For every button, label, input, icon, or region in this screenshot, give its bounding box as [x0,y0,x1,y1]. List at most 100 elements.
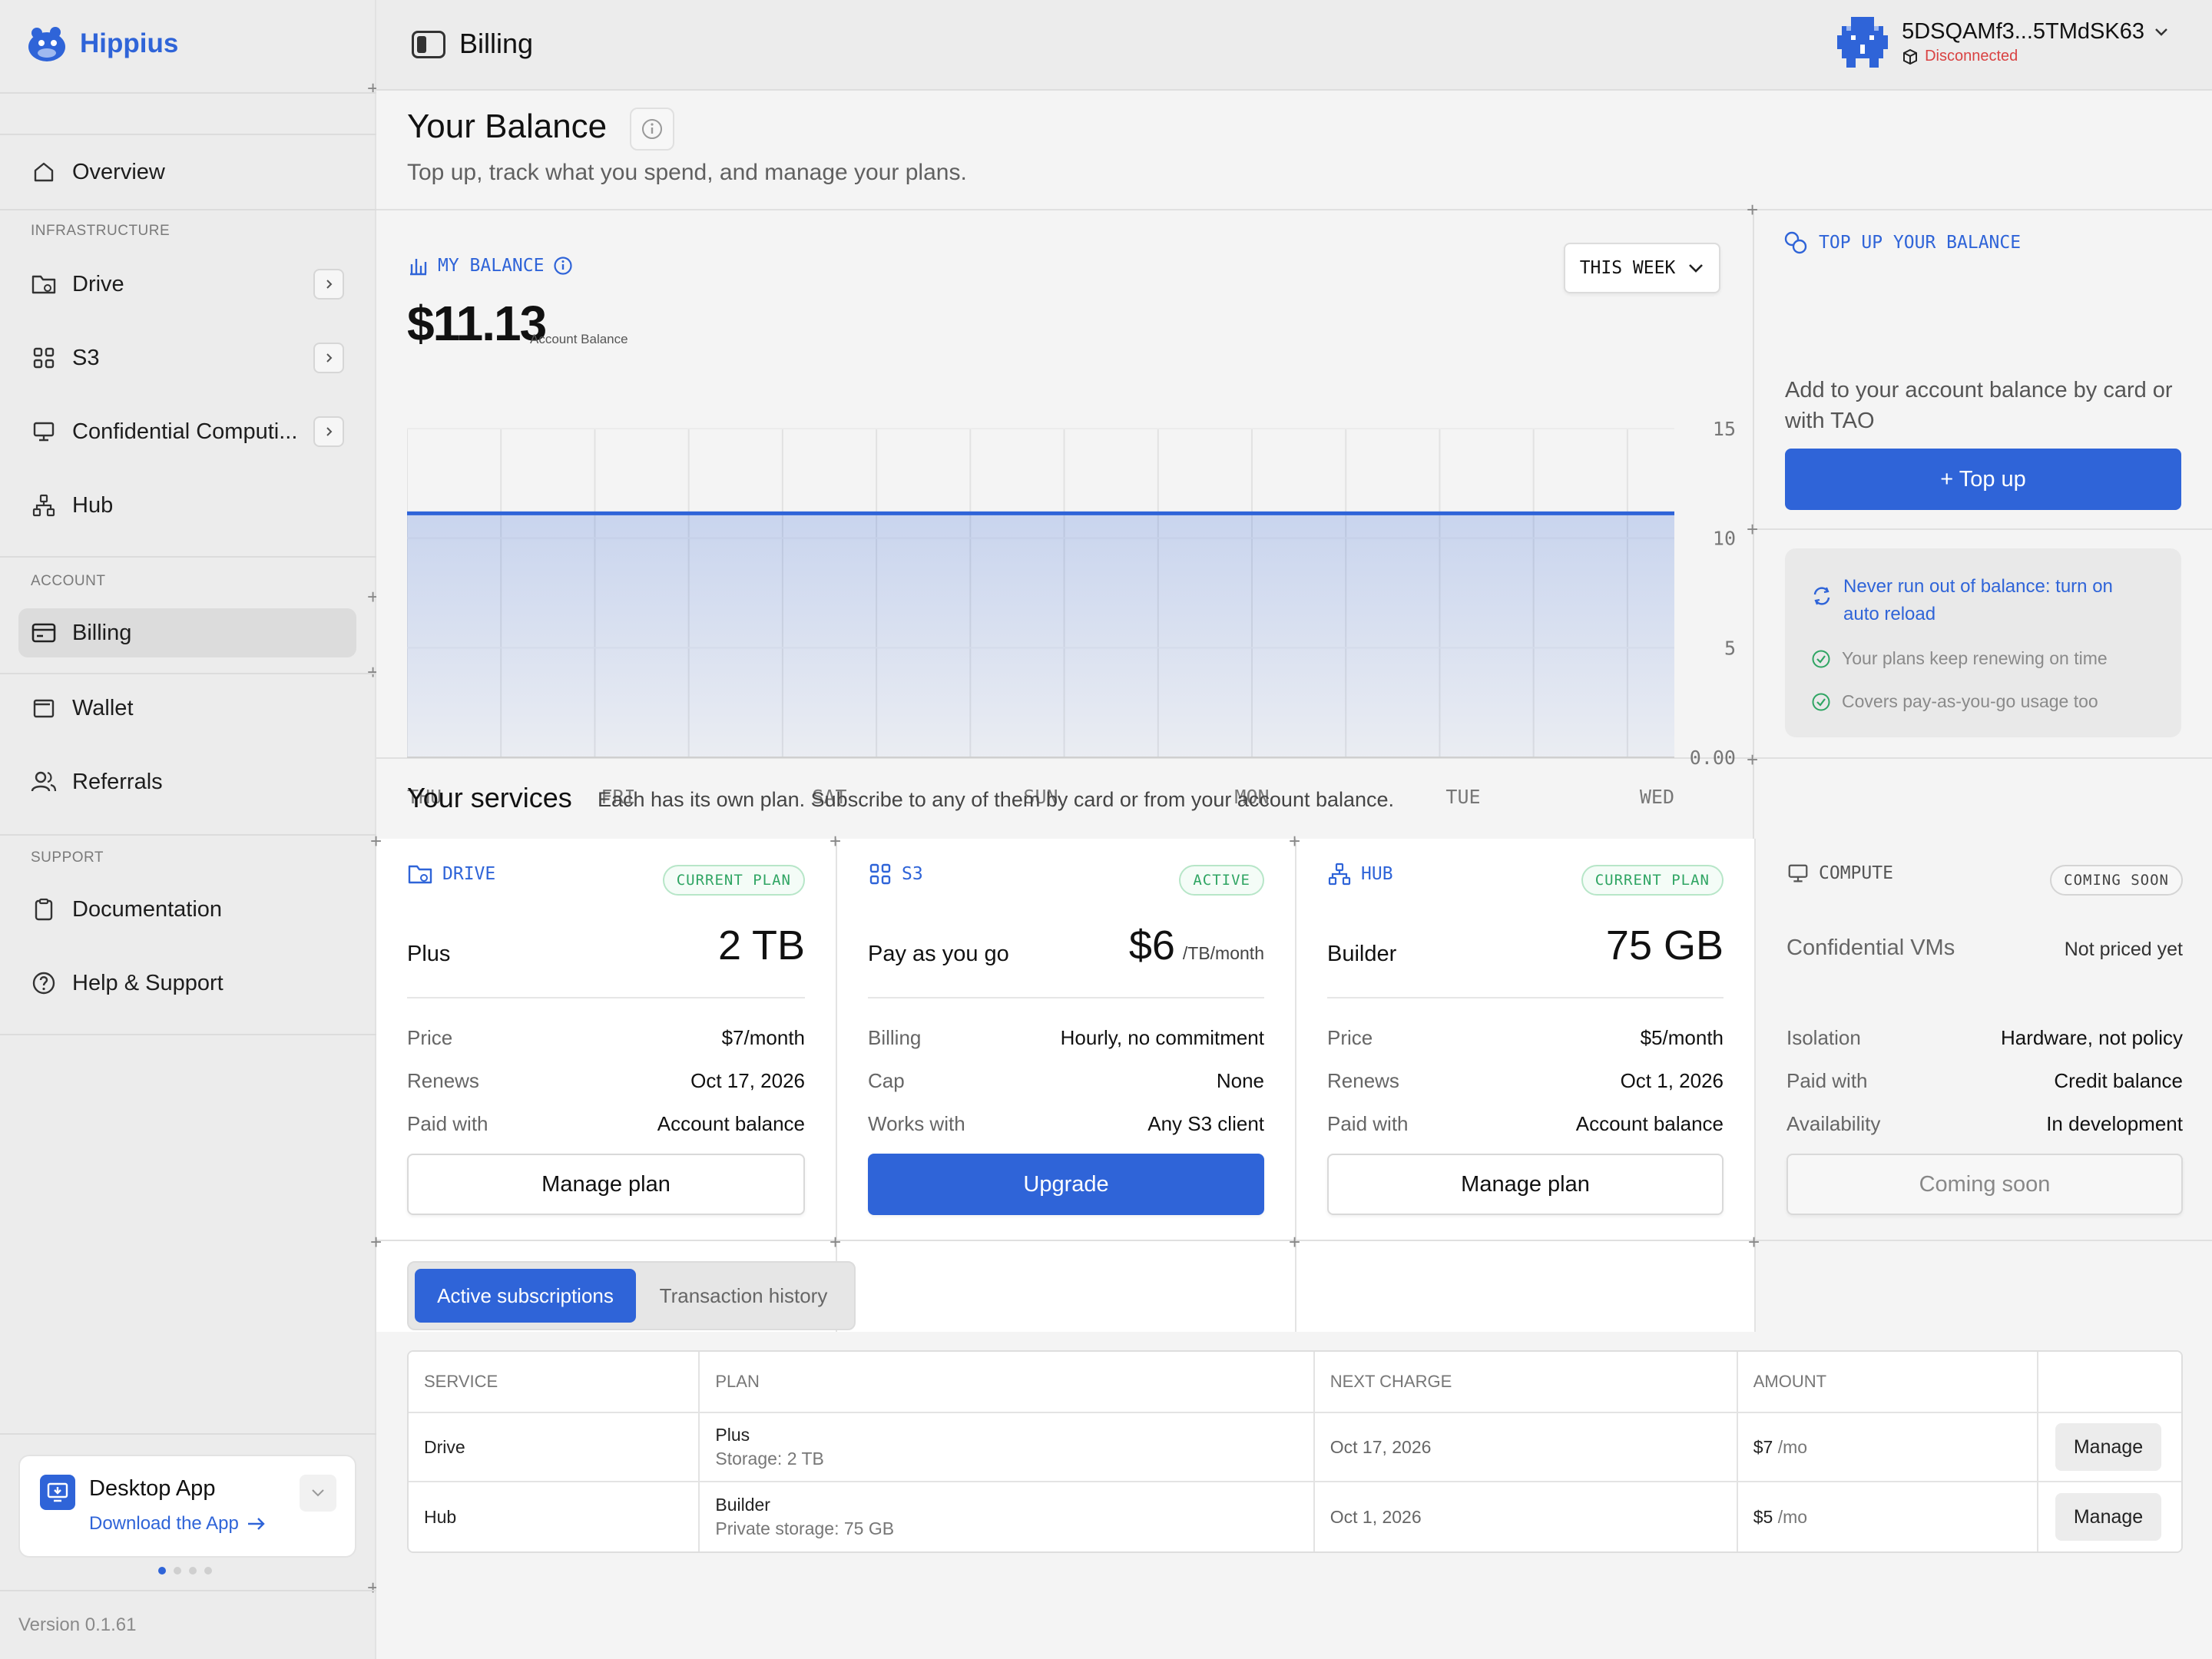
manage-button[interactable]: Manage [2055,1493,2162,1541]
desktop-download-icon [40,1475,75,1510]
chevron-right-icon[interactable] [313,416,344,447]
divider [0,834,376,836]
detail-value: Oct 17, 2026 [690,1069,805,1092]
app-version: Version 0.1.61 [18,1614,137,1635]
divider [1753,528,2212,530]
service-name: COMPUTE [1819,863,1893,883]
tab-transaction-history[interactable]: Transaction history [636,1269,851,1323]
detail-key: Paid with [1786,1069,1868,1092]
manage-plan-button[interactable]: Manage plan [407,1154,805,1215]
divider [0,556,376,558]
tab-active-subscriptions[interactable]: Active subscriptions [415,1269,636,1323]
balance-area [407,513,1674,757]
corner-mark: + [830,830,842,853]
info-icon [642,119,662,139]
sidebar-item-label: Referrals [72,769,163,794]
table-row: Drive Plus Storage: 2 TB Oct 17, 2026 $7 … [409,1413,2181,1482]
sidebar-item-s3[interactable]: S3 [18,333,356,382]
info-icon [554,257,573,275]
carousel-dot[interactable] [158,1567,166,1575]
clipboard-icon [31,896,57,922]
connection-status: Disconnected [1902,48,2169,65]
detail-key: Price [407,1026,453,1049]
top-bar: Billing 5DSQAMf3...5TMdSK63 Disconnected [376,0,2212,91]
divider [868,997,1264,998]
corner-mark: + [1747,198,1759,221]
divider [1327,997,1724,998]
detail-key: Renews [407,1069,479,1092]
services-subtitle: Each has its own plan. Subscribe to any … [598,788,1395,811]
upgrade-button[interactable]: Upgrade [868,1154,1264,1215]
carousel-dots[interactable] [158,1567,212,1575]
plan-detail: Storage: 2 TB [715,1449,824,1469]
plan-amount-value: $6 [1128,922,1175,969]
sidebar-item-wallet[interactable]: Wallet [18,684,356,733]
service-name: DRIVE [442,864,496,884]
sidebar-item-documentation[interactable]: Documentation [18,885,356,934]
monitor-icon [31,419,57,445]
x-tick-label: WED [1640,786,1674,808]
sidebar-item-label: Drive [72,271,124,296]
auto-reload-text: Never run out of balance: turn on auto r… [1843,576,2113,624]
sidebar-item-billing[interactable]: Billing [18,608,356,657]
sidebar-item-label: Wallet [72,695,134,720]
hippo-logo-icon [28,27,65,61]
sidebar-item-drive[interactable]: Drive [18,260,356,309]
status-badge: ACTIVE [1179,865,1264,896]
subscription-tabs: Active subscriptions Transaction history [407,1261,856,1330]
collapse-button[interactable] [300,1475,336,1512]
manage-plan-button[interactable]: Manage plan [1327,1154,1724,1215]
auto-reload-link[interactable]: Never run out of balance: turn on auto r… [1811,573,2149,628]
sidebar-item-overview[interactable]: Overview [18,147,356,197]
credit-card-icon [31,620,57,646]
carousel-dot[interactable] [204,1567,212,1575]
divider [407,997,805,998]
detail-row: Availability In development [1786,1112,2183,1136]
corner-mark: + [370,1230,382,1253]
sidebar-item-label: Help & Support [72,970,224,995]
section-label-support: SUPPORT [31,849,104,866]
sidebar-item-hub[interactable]: Hub [18,481,356,530]
manage-button[interactable]: Manage [2055,1423,2162,1471]
next-charge-cell: Oct 17, 2026 [1314,1413,1738,1482]
reload-benefit-text: Your plans keep renewing on time [1842,648,2108,668]
sidebar-item-label: Hub [72,492,114,518]
amount-cell: $7 /mo [1737,1413,2039,1482]
desktop-app-card: Desktop App Download the App [18,1455,356,1558]
service-card-drive: DRIVE CURRENT PLAN Plus 2 TB Price $7/mon… [376,839,836,1332]
detail-key: Renews [1327,1069,1399,1092]
detail-row: Price $7/month [407,1026,805,1050]
service-name: HUB [1361,864,1393,884]
sidebar-toggle-icon[interactable] [412,31,445,58]
service-header: S3 [868,862,923,886]
detail-value: Hourly, no commitment [1060,1026,1264,1049]
reload-benefit-text: Covers pay-as-you-go usage too [1842,691,2098,711]
sidebar-item-label: Confidential Computi... [72,419,298,444]
divider [0,209,376,210]
carousel-dot[interactable] [189,1567,197,1575]
detail-value: None [1216,1069,1264,1092]
top-up-button[interactable]: + Top up [1785,449,2181,510]
download-app-link[interactable]: Download the App [89,1513,267,1535]
chevron-right-icon[interactable] [313,269,344,300]
divider [0,673,376,674]
chevron-right-icon[interactable] [313,343,344,373]
detail-value: Any S3 client [1147,1112,1264,1135]
sidebar-item-label: Overview [72,159,165,184]
service-name: S3 [902,864,923,884]
plan-name: Plus [407,942,451,966]
status-text: Disconnected [1925,48,2018,65]
detail-key: Paid with [407,1112,488,1135]
carousel-dot[interactable] [174,1567,181,1575]
logo[interactable]: Hippius [25,22,178,66]
sidebar-item-referrals[interactable]: Referrals [18,757,356,806]
range-dropdown[interactable]: THIS WEEK [1564,243,1720,293]
sidebar-item-confidential-computing[interactable]: Confidential Computi... [18,407,356,456]
auto-reload-card[interactable]: Never run out of balance: turn on auto r… [1785,548,2181,737]
account-switcher[interactable]: 5DSQAMf3...5TMdSK63 Disconnected [1837,17,2169,68]
sidebar-item-help-support[interactable]: Help & Support [18,959,356,1008]
service-header: DRIVE [407,862,495,886]
info-button[interactable] [630,108,674,151]
service-cell: Hub [409,1482,700,1551]
service-header: COMPUTE [1786,862,1893,885]
